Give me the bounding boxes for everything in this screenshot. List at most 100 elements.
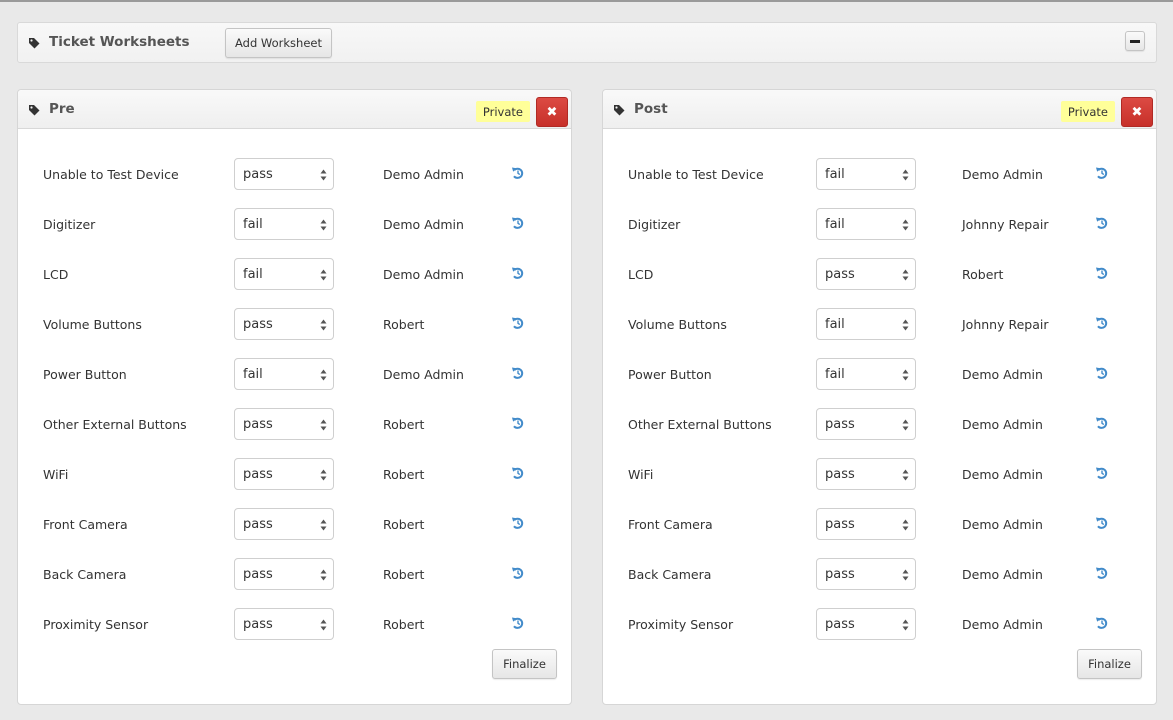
select-arrows-icon (902, 619, 909, 631)
undo-icon[interactable] (511, 216, 525, 230)
worksheet-row: Digitizer fail Johnny Repair (603, 208, 1156, 258)
undo-icon[interactable] (1095, 516, 1109, 530)
undo-icon[interactable] (511, 616, 525, 630)
test-label: Unable to Test Device (43, 167, 179, 182)
test-label: Unable to Test Device (628, 167, 764, 182)
undo-icon[interactable] (1095, 166, 1109, 180)
worksheet-row: Volume Buttons fail Johnny Repair (603, 308, 1156, 358)
undo-icon[interactable] (1095, 366, 1109, 380)
result-value: fail (825, 366, 845, 382)
result-select[interactable]: pass (234, 608, 334, 640)
result-select[interactable]: pass (816, 258, 916, 290)
test-label: LCD (43, 267, 69, 282)
undo-icon[interactable] (511, 566, 525, 580)
result-select[interactable]: pass (816, 458, 916, 490)
test-label: Back Camera (43, 567, 127, 582)
undo-icon[interactable] (511, 516, 525, 530)
test-label: Other External Buttons (43, 417, 187, 432)
delete-worksheet-button[interactable]: ✖ (1121, 97, 1153, 127)
result-value: fail (243, 216, 263, 232)
worksheet-row: Volume Buttons pass Robert (18, 308, 571, 358)
select-arrows-icon (320, 169, 327, 181)
result-select[interactable]: pass (816, 558, 916, 590)
result-select[interactable]: fail (234, 358, 334, 390)
worksheet-row: Digitizer fail Demo Admin (18, 208, 571, 258)
result-select[interactable]: fail (816, 358, 916, 390)
test-label: WiFi (43, 467, 69, 482)
result-value: pass (825, 566, 855, 582)
undo-icon[interactable] (511, 366, 525, 380)
result-value: pass (243, 416, 273, 432)
undo-icon[interactable] (511, 166, 525, 180)
undo-icon[interactable] (511, 416, 525, 430)
private-badge: Private (475, 101, 530, 122)
result-select[interactable]: pass (234, 508, 334, 540)
result-select[interactable]: pass (816, 408, 916, 440)
page-title: Ticket Worksheets (49, 34, 190, 50)
select-arrows-icon (320, 419, 327, 431)
delete-worksheet-button[interactable]: ✖ (536, 97, 568, 127)
worksheet-rows: Unable to Test Device fail Demo Admin Di… (603, 158, 1156, 658)
result-select[interactable]: pass (234, 308, 334, 340)
collapse-button[interactable] (1125, 31, 1145, 51)
result-value: fail (825, 166, 845, 182)
undo-icon[interactable] (1095, 316, 1109, 330)
undo-icon[interactable] (1095, 216, 1109, 230)
undo-icon[interactable] (1095, 416, 1109, 430)
select-arrows-icon (320, 619, 327, 631)
select-arrows-icon (902, 269, 909, 281)
user-name: Robert (383, 417, 425, 432)
add-worksheet-button[interactable]: Add Worksheet (225, 28, 332, 58)
result-select[interactable]: fail (234, 258, 334, 290)
result-select[interactable]: fail (816, 158, 916, 190)
undo-icon[interactable] (1095, 566, 1109, 580)
test-label: Front Camera (43, 517, 128, 532)
user-name: Robert (383, 517, 425, 532)
undo-icon[interactable] (1095, 616, 1109, 630)
result-select[interactable]: fail (816, 308, 916, 340)
test-label: Volume Buttons (628, 317, 727, 332)
worksheet-panel-post: Post Private ✖ Unable to Test Device fai… (602, 89, 1157, 705)
result-select[interactable]: pass (234, 558, 334, 590)
undo-icon[interactable] (511, 466, 525, 480)
result-select[interactable]: pass (816, 508, 916, 540)
result-value: pass (243, 316, 273, 332)
test-label: Digitizer (628, 217, 681, 232)
finalize-button[interactable]: Finalize (492, 649, 557, 679)
result-select[interactable]: fail (234, 208, 334, 240)
result-select[interactable]: pass (234, 458, 334, 490)
undo-icon[interactable] (1095, 266, 1109, 280)
worksheet-panel-pre: Pre Private ✖ Unable to Test Device pass… (17, 89, 572, 705)
undo-icon[interactable] (511, 316, 525, 330)
worksheet-row: Back Camera pass Demo Admin (603, 558, 1156, 608)
result-value: pass (243, 466, 273, 482)
user-name: Demo Admin (962, 567, 1043, 582)
worksheet-row: LCD fail Demo Admin (18, 258, 571, 308)
test-label: Other External Buttons (628, 417, 772, 432)
result-select[interactable]: pass (234, 158, 334, 190)
test-label: Power Button (43, 367, 127, 382)
user-name: Demo Admin (383, 367, 464, 382)
result-select[interactable]: pass (816, 608, 916, 640)
worksheet-title: Post (634, 101, 668, 117)
result-select[interactable]: fail (816, 208, 916, 240)
result-select[interactable]: pass (234, 408, 334, 440)
test-label: Digitizer (43, 217, 96, 232)
finalize-button[interactable]: Finalize (1077, 649, 1142, 679)
ticket-worksheets-header: Ticket Worksheets Add Worksheet (17, 22, 1157, 63)
undo-icon[interactable] (1095, 466, 1109, 480)
worksheet-row: Power Button fail Demo Admin (603, 358, 1156, 408)
result-value: fail (243, 266, 263, 282)
user-name: Demo Admin (962, 367, 1043, 382)
result-value: pass (825, 616, 855, 632)
tag-icon (29, 38, 40, 49)
tag-icon (29, 105, 40, 116)
worksheet-row: Unable to Test Device pass Demo Admin (18, 158, 571, 208)
user-name: Demo Admin (962, 417, 1043, 432)
undo-icon[interactable] (511, 266, 525, 280)
select-arrows-icon (320, 369, 327, 381)
select-arrows-icon (320, 519, 327, 531)
result-value: fail (825, 316, 845, 332)
worksheet-row: Back Camera pass Robert (18, 558, 571, 608)
user-name: Robert (383, 567, 425, 582)
